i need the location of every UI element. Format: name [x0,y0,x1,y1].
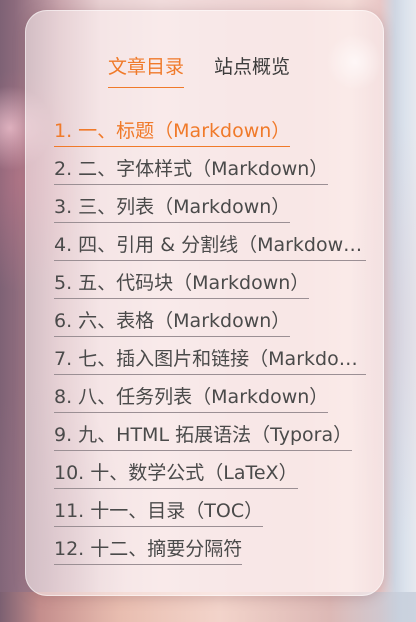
toc-item: 11. 十一、目录（TOC） [54,498,370,536]
toc-item: 4. 四、引用 & 分割线（Markdown） [54,232,370,270]
toc-link-1[interactable]: 1. 一、标题（Markdown） [54,118,291,147]
toc-item: 8. 八、任务列表（Markdown） [54,384,370,422]
toc-link-2[interactable]: 2. 二、字体样式（Markdown） [54,156,329,185]
toc-item: 9. 九、HTML 拓展语法（Typora） [54,422,370,460]
toc-item: 1. 一、标题（Markdown） [54,118,370,156]
toc-item: 3. 三、列表（Markdown） [54,194,370,232]
sidebar-panel: 文章目录 站点概览 1. 一、标题（Markdown） 2. 二、字体样式（Ma… [25,10,384,596]
toc-link-9[interactable]: 9. 九、HTML 拓展语法（Typora） [54,422,353,451]
toc-link-6[interactable]: 6. 六、表格（Markdown） [54,308,291,337]
toc-item: 5. 五、代码块（Markdown） [54,270,370,308]
toc-link-10[interactable]: 10. 十、数学公式（LaTeX） [54,460,298,489]
toc-link-11[interactable]: 11. 十一、目录（TOC） [54,498,264,527]
toc-item: 7. 七、插入图片和链接（Markdown） [54,346,370,384]
toc-item: 10. 十、数学公式（LaTeX） [54,460,370,498]
toc-link-8[interactable]: 8. 八、任务列表（Markdown） [54,384,329,413]
sidebar-tabs: 文章目录 站点概览 [25,54,384,90]
toc-item: 6. 六、表格（Markdown） [54,308,370,346]
toc-item: 2. 二、字体样式（Markdown） [54,156,370,194]
toc-link-4[interactable]: 4. 四、引用 & 分割线（Markdown） [54,232,366,261]
background-bottom-strip [0,592,416,622]
toc-item: 12. 十二、摘要分隔符 [54,536,370,574]
toc-link-12[interactable]: 12. 十二、摘要分隔符 [54,536,243,565]
toc-link-3[interactable]: 3. 三、列表（Markdown） [54,194,291,223]
tab-site-overview[interactable]: 站点概览 [214,54,290,80]
toc-list: 1. 一、标题（Markdown） 2. 二、字体样式（Markdown） 3.… [54,118,370,574]
toc-link-5[interactable]: 5. 五、代码块（Markdown） [54,270,310,299]
tab-table-of-contents[interactable]: 文章目录 [108,54,185,88]
toc-link-7[interactable]: 7. 七、插入图片和链接（Markdown） [54,346,366,375]
